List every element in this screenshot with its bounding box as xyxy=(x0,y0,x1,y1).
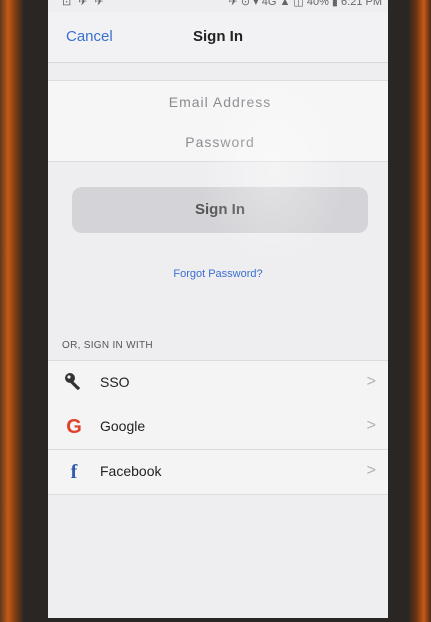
email-field-container xyxy=(48,80,388,123)
facebook-icon: f xyxy=(70,461,78,483)
chevron-right-icon: > xyxy=(366,462,376,479)
alternative-signin-label: OR, SIGN IN WITH xyxy=(62,340,153,351)
page-title: Sign In xyxy=(193,28,243,45)
phone-screen: ⊡ ✈ ✈ ✈ ⊙ ▾ 4G ▲ ◫ 40% ▮ 6:21 PM Cancel … xyxy=(48,0,388,618)
password-field-container xyxy=(48,121,388,163)
status-right-text: ✈ ⊙ ▾ 4G ▲ ◫ 40% ▮ 6:21 PM xyxy=(228,0,382,8)
navigation-bar: Cancel Sign In xyxy=(48,12,388,63)
chevron-right-icon: > xyxy=(366,417,376,434)
status-left-icons: ⊡ ✈ ✈ xyxy=(62,0,106,8)
facebook-signin-option[interactable]: f Facebook > xyxy=(48,450,388,495)
google-signin-option[interactable]: G Google > xyxy=(48,405,388,450)
sso-signin-option[interactable]: SSO > xyxy=(48,360,388,406)
facebook-label: Facebook xyxy=(100,463,162,479)
sign-in-button[interactable]: Sign In xyxy=(72,187,368,233)
chevron-right-icon: > xyxy=(366,373,376,390)
forgot-password-link[interactable]: Forgot Password? xyxy=(48,268,388,280)
sso-label: SSO xyxy=(100,374,130,390)
email-field[interactable] xyxy=(48,81,388,123)
google-icon: G xyxy=(66,416,82,438)
google-label: Google xyxy=(100,418,146,434)
password-field[interactable] xyxy=(48,121,388,163)
status-bar: ⊡ ✈ ✈ ✈ ⊙ ▾ 4G ▲ ◫ 40% ▮ 6:21 PM xyxy=(48,0,388,12)
key-icon xyxy=(62,371,86,395)
